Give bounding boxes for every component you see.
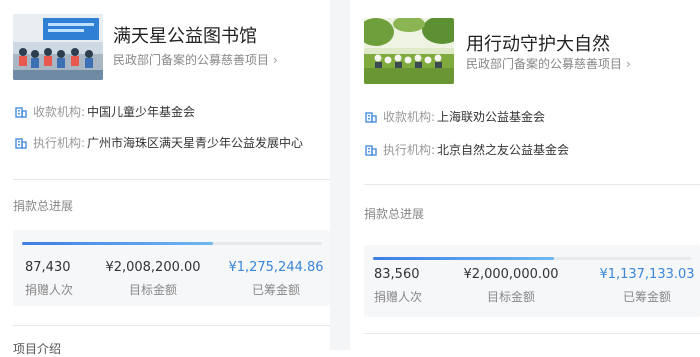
project-thumbnail-nature[interactable]: [364, 18, 454, 84]
donor-count-value: 83,560: [374, 267, 420, 282]
receiver-row: 收款机构: 中国儿童少年基金会: [15, 103, 195, 120]
donor-count-caption: 捐赠人次: [374, 290, 423, 304]
progress-track: [22, 242, 322, 245]
project-title[interactable]: 用行动守护大自然: [466, 30, 610, 56]
receiver-row: 收款机构: 上海联劝公益基金会: [365, 108, 545, 125]
donor-count-stat: 83,560 捐赠人次: [374, 267, 434, 305]
chevron-right-icon: ›: [626, 57, 631, 71]
target-amount-caption: 目标金额: [486, 290, 535, 304]
building-icon: [15, 106, 27, 118]
divider: [364, 333, 700, 334]
target-amount-value: ¥2,000,000.00: [463, 267, 559, 282]
executor-value: 北京自然之友公益基金会: [437, 143, 570, 157]
raised-amount-stat: ¥1,137,133.03 已筹金额: [592, 267, 700, 305]
progress-section-label: 捐款总进展: [364, 207, 425, 221]
executor-value: 广州市海珠区满天星青少年公益发展中心: [87, 136, 304, 150]
target-amount-value: ¥2,008,200.00: [105, 260, 201, 275]
receiver-value: 上海联劝公益基金会: [437, 110, 546, 124]
classroom-photo: [13, 14, 103, 80]
chevron-right-icon: ›: [273, 53, 278, 67]
donor-count-caption: 捐赠人次: [25, 283, 74, 297]
target-amount-stat: ¥2,000,000.00 目标金额: [456, 267, 566, 305]
progress-track: [373, 257, 691, 260]
project-card-library[interactable]: 满天星公益图书馆 民政部门备案的公募慈善项目 › 收款机构: 中国儿童少年基金会 …: [0, 0, 330, 356]
card-gutter: [330, 0, 350, 350]
executor-row: 执行机构: 北京自然之友公益基金会: [365, 141, 569, 158]
donor-count-stat: 87,430 捐赠人次: [25, 260, 85, 298]
outdoor-group-photo: [364, 18, 454, 84]
building-icon: [365, 111, 377, 123]
raised-amount-caption: 已筹金额: [622, 290, 671, 304]
project-intro-heading: 项目介绍: [13, 342, 62, 356]
divider: [364, 184, 700, 185]
subtitle-text: 民政部门备案的公募慈善项目: [113, 53, 270, 67]
raised-amount-caption: 已筹金额: [251, 283, 300, 297]
project-title[interactable]: 满天星公益图书馆: [113, 22, 257, 48]
executor-row: 执行机构: 广州市海珠区满天星青少年公益发展中心: [15, 134, 303, 151]
progress-section-label: 捐款总进展: [13, 199, 74, 213]
divider: [13, 179, 330, 180]
executor-label: 执行机构:: [33, 136, 86, 150]
project-subtitle-link[interactable]: 民政部门备案的公募慈善项目 ›: [466, 55, 631, 72]
project-thumbnail-library[interactable]: [13, 14, 103, 80]
progress-fill: [22, 242, 213, 245]
project-subtitle-link[interactable]: 民政部门备案的公募慈善项目 ›: [113, 51, 278, 68]
receiver-label: 收款机构:: [33, 105, 86, 119]
raised-amount-stat: ¥1,275,244.86 已筹金额: [226, 260, 326, 298]
donor-count-value: 87,430: [25, 260, 71, 275]
divider: [13, 325, 330, 326]
donation-progress-panel: 83,560 捐赠人次 ¥2,000,000.00 目标金额 ¥1,137,13…: [364, 245, 700, 317]
receiver-value: 中国儿童少年基金会: [87, 105, 196, 119]
donation-progress-panel: 87,430 捐赠人次 ¥2,008,200.00 目标金额 ¥1,275,24…: [13, 230, 330, 306]
project-card-nature[interactable]: 用行动守护大自然 民政部门备案的公募慈善项目 › 收款机构: 上海联劝公益基金会 …: [350, 0, 700, 350]
building-icon: [365, 144, 377, 156]
target-amount-caption: 目标金额: [128, 283, 177, 297]
target-amount-stat: ¥2,008,200.00 目标金额: [98, 260, 208, 298]
receiver-label: 收款机构:: [383, 110, 436, 124]
raised-amount-value: ¥1,275,244.86: [228, 260, 324, 275]
progress-fill: [373, 257, 554, 260]
executor-label: 执行机构:: [383, 143, 436, 157]
raised-amount-value: ¥1,137,133.03: [599, 267, 695, 282]
subtitle-text: 民政部门备案的公募慈善项目: [466, 57, 623, 71]
building-icon: [15, 137, 27, 149]
